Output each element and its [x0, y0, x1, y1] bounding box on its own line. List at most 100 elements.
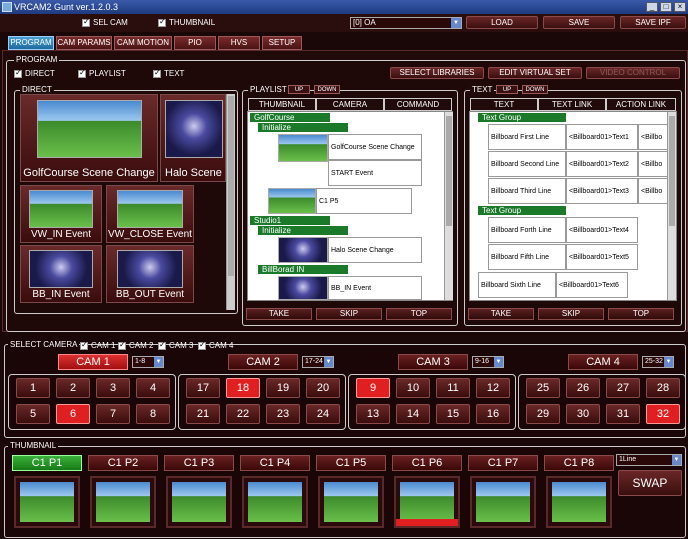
camera-button-7[interactable]: 7 [96, 404, 130, 424]
minimize-button[interactable]: _ [646, 2, 658, 12]
camera-button-1[interactable]: 1 [16, 378, 50, 398]
col-camera[interactable]: CAMERA [316, 98, 384, 111]
playlist-entry[interactable]: Halo Scene Change [328, 237, 422, 263]
text-row-link[interactable]: <Billboard01>Text3 [566, 178, 638, 204]
playlist-group[interactable]: Studio1 [250, 216, 330, 225]
cam1-range-select[interactable]: 1-8 ▼ [132, 356, 164, 368]
thumbnail-preview-4[interactable] [242, 476, 308, 528]
direct-item-halo[interactable]: Halo Scene [160, 94, 226, 182]
camera-button-32[interactable]: 32 [646, 404, 680, 424]
playlist-subgroup[interactable]: Initialize [258, 123, 348, 132]
tab-hvs[interactable]: HVS [218, 36, 260, 50]
playlist-entry[interactable]: BB_IN Event [328, 276, 422, 300]
playlist-top-button[interactable]: TOP [386, 308, 452, 320]
select-libraries-button[interactable]: SELECT LIBRARIES [390, 67, 484, 79]
camera-button-10[interactable]: 10 [396, 378, 430, 398]
text-row-text[interactable]: Billboard Sixth Line [478, 272, 556, 298]
maximize-button[interactable]: □ [660, 2, 672, 12]
cam2-range-select[interactable]: 17-24 ▼ [302, 356, 334, 368]
camera-button-25[interactable]: 25 [526, 378, 560, 398]
thumbnail-label-7[interactable]: C1 P7 [468, 455, 538, 471]
thumbnail-label-8[interactable]: C1 P8 [544, 455, 614, 471]
thumbnail-label-5[interactable]: C1 P5 [316, 455, 386, 471]
thumbnail-preview-2[interactable] [90, 476, 156, 528]
camera-button-13[interactable]: 13 [356, 404, 390, 424]
tab-setup[interactable]: SETUP [262, 36, 302, 50]
text-row-text[interactable]: Billboard Third Line [488, 178, 566, 204]
camera-button-2[interactable]: 2 [56, 378, 90, 398]
playlist-entry[interactable]: C1 P5 [316, 188, 412, 214]
text-top-button[interactable]: TOP [608, 308, 674, 320]
video-control-button[interactable]: VIDEO CONTROL [586, 67, 680, 79]
text-row-action[interactable]: <Billbo [638, 151, 668, 177]
text-row-link[interactable]: <Billboard01>Text1 [566, 124, 638, 150]
camera-button-21[interactable]: 21 [186, 404, 220, 424]
cam4-range-select[interactable]: 25-32 ▼ [642, 356, 674, 368]
camera-button-29[interactable]: 29 [526, 404, 560, 424]
tab-program[interactable]: PROGRAM [8, 36, 54, 50]
edit-virtual-set-button[interactable]: EDIT VIRTUAL SET [488, 67, 582, 79]
load-button[interactable]: LOAD [466, 16, 538, 29]
camera-button-11[interactable]: 11 [436, 378, 470, 398]
camera-button-24[interactable]: 24 [306, 404, 340, 424]
camera-button-12[interactable]: 12 [476, 378, 510, 398]
camera-button-3[interactable]: 3 [96, 378, 130, 398]
text-row-link[interactable]: <Billboard01>Text6 [556, 272, 628, 298]
cam4-checkbox[interactable]: CAM 4 [198, 340, 233, 350]
scroll-thumb[interactable] [446, 116, 452, 226]
text-row-action[interactable]: <Billbo [638, 178, 668, 204]
thumbnail-preview-5[interactable] [318, 476, 384, 528]
thumbnail-checkbox[interactable]: THUMBNAIL [158, 17, 215, 27]
thumbnail-preview-6[interactable] [394, 476, 460, 528]
cam4-button[interactable]: CAM 4 [568, 354, 638, 370]
text-row-action[interactable]: <Billbo [638, 124, 668, 150]
camera-button-15[interactable]: 15 [436, 404, 470, 424]
playlist-group[interactable]: GolfCourse [250, 113, 330, 122]
thumbnail-label-2[interactable]: C1 P2 [88, 455, 158, 471]
text-row-link[interactable]: <Billboard01>Text4 [566, 217, 638, 243]
playlist-up-button[interactable]: UP [288, 85, 310, 94]
text-up-button[interactable]: UP [496, 85, 518, 94]
text-row-link[interactable]: <Billboard01>Text2 [566, 151, 638, 177]
text-scrollbar[interactable] [667, 112, 676, 300]
camera-button-22[interactable]: 22 [226, 404, 260, 424]
camera-button-20[interactable]: 20 [306, 378, 340, 398]
camera-button-23[interactable]: 23 [266, 404, 300, 424]
cam3-range-select[interactable]: 9-16 ▼ [472, 356, 504, 368]
text-row-link[interactable]: <Billboard01>Text5 [566, 244, 638, 270]
text-row-text[interactable]: Billboard First Line [488, 124, 566, 150]
playlist-subgroup[interactable]: BillBorad IN [258, 265, 348, 274]
direct-item-golfcourse[interactable]: GolfCourse Scene Change [20, 94, 158, 182]
camera-button-4[interactable]: 4 [136, 378, 170, 398]
direct-checkbox[interactable]: DIRECT [14, 68, 55, 78]
direct-item-vw-close[interactable]: VW_CLOSE Event [106, 185, 194, 243]
text-group[interactable]: Text Group [478, 113, 566, 122]
direct-item-vw-in[interactable]: VW_IN Event [20, 185, 102, 243]
col-thumbnail[interactable]: THUMBNAIL [248, 98, 316, 111]
camera-button-19[interactable]: 19 [266, 378, 300, 398]
swap-button[interactable]: SWAP [618, 470, 682, 496]
direct-scrollbar[interactable] [226, 94, 235, 310]
cam3-checkbox[interactable]: CAM 3 [158, 340, 193, 350]
col-text[interactable]: TEXT [470, 98, 538, 111]
thumbnail-preview-7[interactable] [470, 476, 536, 528]
thumbnail-preview-8[interactable] [546, 476, 612, 528]
close-button[interactable]: × [674, 2, 686, 12]
cam3-button[interactable]: CAM 3 [398, 354, 468, 370]
text-down-button[interactable]: DOWN [522, 85, 548, 94]
text-row-text[interactable]: Billboard Forth Line [488, 217, 566, 243]
text-group[interactable]: Text Group [478, 206, 566, 215]
playlist-entry[interactable]: GolfCourse Scene Change [328, 134, 422, 160]
camera-button-30[interactable]: 30 [566, 404, 600, 424]
camera-button-5[interactable]: 5 [16, 404, 50, 424]
camera-button-18[interactable]: 18 [226, 378, 260, 398]
camera-button-31[interactable]: 31 [606, 404, 640, 424]
text-row-text[interactable]: Billboard Second Line [488, 151, 566, 177]
playlist-scrollbar[interactable] [444, 112, 453, 300]
save-ipf-button[interactable]: SAVE IPF [620, 16, 686, 29]
tab-cam-params[interactable]: CAM PARAMS [56, 36, 112, 50]
save-button[interactable]: SAVE [543, 16, 615, 29]
playlist-entry[interactable]: START Event [328, 160, 422, 186]
cam1-button[interactable]: CAM 1 [58, 354, 128, 370]
tab-pio[interactable]: PIO [174, 36, 216, 50]
